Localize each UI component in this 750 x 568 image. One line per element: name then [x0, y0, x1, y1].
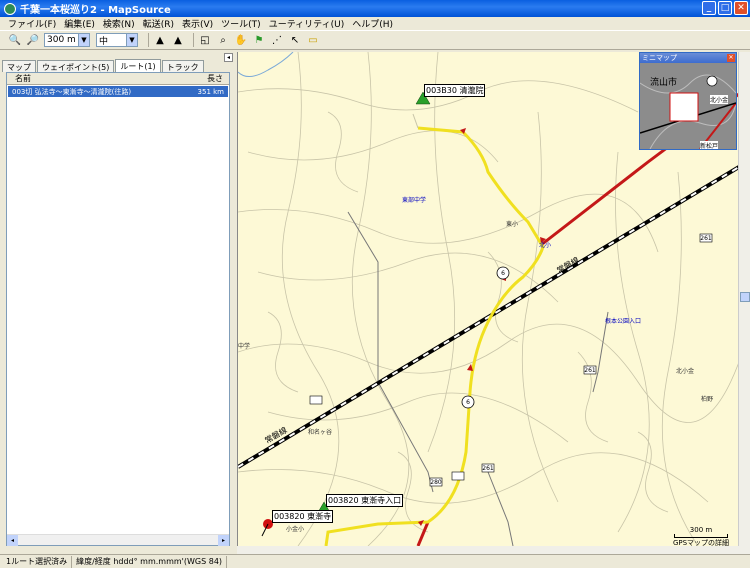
- route-length: 351 km: [197, 87, 224, 96]
- column-length-header[interactable]: 長さ: [195, 73, 229, 84]
- title-bar[interactable]: 千葉一本桜巡り2 - MapSource _ □ ✕: [0, 0, 750, 17]
- scroll-right-icon[interactable]: ▸: [218, 535, 229, 546]
- tab-map[interactable]: マップ: [2, 60, 36, 72]
- chevron-down-icon: ▼: [126, 34, 137, 46]
- column-name-header[interactable]: 名前: [7, 73, 195, 84]
- window-controls: _ □ ✕: [702, 1, 748, 15]
- close-button[interactable]: ✕: [734, 1, 748, 15]
- minimap-body[interactable]: 流山市 北小金 新松戸: [640, 63, 736, 149]
- zoom-value: 300 m: [47, 35, 76, 45]
- close-icon[interactable]: ✕: [727, 54, 735, 62]
- app-icon: [4, 2, 16, 15]
- route-name: 003切 弘法寺〜東漸寺〜清瀧院(往路): [12, 87, 132, 96]
- horizontal-scrollbar[interactable]: ◂ ▸: [7, 534, 229, 546]
- place-label: 根本公園入口: [605, 318, 642, 325]
- route-list: 名前 長さ 003切 弘法寺〜東漸寺〜清瀧院(往路) 351 km ◂ ▸: [6, 72, 230, 546]
- route-shield-icon: [309, 395, 323, 405]
- status-selection: 1ルート選択済み: [2, 555, 73, 568]
- map-scale: 300 m GPSマップの詳細: [668, 526, 734, 548]
- menu-transfer[interactable]: 転送(R): [139, 17, 178, 30]
- toolbar-separator: [193, 33, 194, 47]
- plain-label: 柏野: [701, 396, 714, 403]
- railway-red-south: [416, 521, 430, 546]
- maximize-button[interactable]: □: [718, 1, 732, 15]
- zoom-in-icon[interactable]: 🔍: [8, 33, 22, 47]
- map-tool-icon[interactable]: ◱: [198, 33, 212, 47]
- place-label: 東部中学: [402, 197, 427, 204]
- hand-tool-icon[interactable]: ✋: [234, 33, 248, 47]
- shield-label: 261: [584, 367, 596, 374]
- menu-utility[interactable]: ユーティリティ(U): [265, 17, 349, 30]
- vertical-scrollbar[interactable]: [738, 52, 750, 546]
- minimap[interactable]: ミニマップ ✕ 流山市 北小金 新松戸: [639, 52, 737, 150]
- route-connector: [412, 113, 419, 129]
- shield-label: 280: [430, 479, 442, 486]
- shield-label: 261: [700, 235, 712, 242]
- route-tool-icon[interactable]: ⋰: [270, 33, 284, 47]
- measure-tool-icon[interactable]: ▭: [306, 33, 320, 47]
- status-coord-format: 緯度/経度 hddd° mm.mmm'(WGS 84): [72, 555, 228, 568]
- scale-distance: 300 m: [689, 526, 713, 534]
- send-to-device-icon[interactable]: ▲: [171, 33, 185, 47]
- minimap-label: 北小金: [710, 95, 729, 104]
- receive-from-device-icon[interactable]: ▲: [153, 33, 167, 47]
- menu-file[interactable]: ファイル(F): [4, 17, 60, 30]
- minimap-city-label: 流山市: [650, 78, 678, 88]
- detail-value: 中: [99, 36, 109, 47]
- route-shield-icon: [451, 471, 465, 481]
- panel-tabs: マップ ウェイポイント(5) ルート(1) トラック: [2, 59, 205, 72]
- menu-edit[interactable]: 編集(E): [60, 17, 99, 30]
- scroll-thumb[interactable]: [740, 292, 750, 302]
- plain-label: 中学: [238, 343, 251, 350]
- railway-joban: [238, 165, 738, 469]
- plain-label: 北小金: [676, 368, 695, 375]
- list-header: 名前 長さ: [7, 73, 229, 85]
- shield-labels: 6 6 261 261 280 261: [430, 235, 712, 486]
- shield-label: 261: [482, 465, 494, 472]
- toolbar-separator: [148, 33, 149, 47]
- waypoint-label[interactable]: 003820 東漸寺: [272, 510, 334, 523]
- toolbar: 🔍 🔎 300 m ▼ 中 ▼ ▲ ▲ ◱ ⌕ ✋ ⚑ ⋰ ↖ ▭: [0, 30, 750, 50]
- tab-waypoints[interactable]: ウェイポイント(5): [37, 60, 115, 72]
- waypoint-label[interactable]: 003B30 清瀧院: [424, 84, 486, 97]
- menu-search[interactable]: 検索(N): [99, 17, 139, 30]
- route-shields: [309, 233, 713, 487]
- minimap-title: ミニマップ: [642, 54, 677, 62]
- river: [238, 52, 294, 77]
- zoom-tool-icon[interactable]: ⌕: [216, 33, 230, 47]
- menu-help[interactable]: ヘルプ(H): [348, 17, 397, 30]
- waypoint-tool-icon[interactable]: ⚑: [252, 33, 266, 47]
- scroll-left-icon[interactable]: ◂: [7, 535, 18, 546]
- shield-label: 6: [501, 270, 505, 277]
- select-tool-icon[interactable]: ↖: [288, 33, 302, 47]
- tab-tracks[interactable]: トラック: [161, 60, 204, 72]
- minimize-button[interactable]: _: [702, 1, 716, 15]
- plain-label: 和名ヶ谷: [308, 429, 333, 436]
- place-label: 北小: [539, 242, 552, 249]
- window-title: 千葉一本桜巡り2 - MapSource: [20, 5, 171, 16]
- table-row[interactable]: 003切 弘法寺〜東漸寺〜清瀧院(往路) 351 km: [8, 86, 228, 97]
- shield-label: 6: [466, 399, 470, 406]
- plain-label: 東小: [506, 221, 519, 228]
- status-bar: 1ルート選択済み 緯度/経度 hddd° mm.mmm'(WGS 84): [0, 554, 750, 568]
- map-horizontal-scrollbar[interactable]: [237, 546, 750, 554]
- menu-view[interactable]: 表示(V): [178, 17, 217, 30]
- collapse-panel-button[interactable]: ◂: [224, 53, 233, 62]
- plain-label: 小金小: [286, 526, 305, 533]
- waypoint-label[interactable]: 003820 東漸寺入口: [326, 494, 404, 507]
- minimap-label: 新松戸: [700, 141, 719, 149]
- tab-routes[interactable]: ルート(1): [115, 59, 161, 72]
- chevron-down-icon: ▼: [78, 34, 89, 46]
- zoom-out-icon[interactable]: 🔎: [26, 33, 40, 47]
- menu-tools[interactable]: ツール(T): [217, 17, 265, 30]
- menu-bar: ファイル(F) 編集(E) 検索(N) 転送(R) 表示(V) ツール(T) ユ…: [0, 17, 750, 30]
- detail-select[interactable]: 中 ▼: [96, 33, 138, 47]
- zoom-select[interactable]: 300 m ▼: [44, 33, 90, 47]
- minimap-title-bar[interactable]: ミニマップ ✕: [640, 53, 736, 63]
